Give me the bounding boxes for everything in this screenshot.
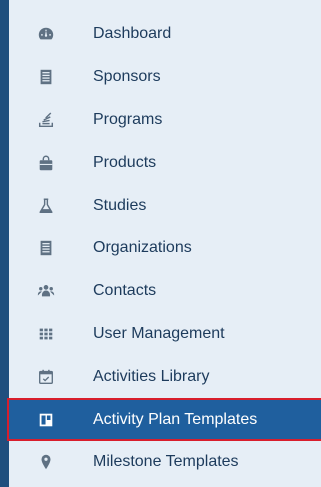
sidebar-item-studies[interactable]: Studies bbox=[9, 184, 321, 227]
sidebar-item-label: Activities Library bbox=[93, 367, 210, 385]
grid-icon bbox=[36, 324, 56, 344]
sidebar-item-label: Milestone Templates bbox=[93, 453, 239, 471]
sidebar-item-label: Studies bbox=[93, 196, 147, 214]
sidebar-item-sponsors[interactable]: Sponsors bbox=[9, 56, 321, 99]
sidebar-item-programs[interactable]: Programs bbox=[9, 99, 321, 142]
sidebar-item-label: Activity Plan Templates bbox=[93, 410, 258, 428]
sidebar-item-dashboard[interactable]: Dashboard bbox=[9, 13, 321, 56]
building-icon bbox=[36, 238, 56, 258]
sidebar-menu: Dashboard Sponsors Programs Products Stu… bbox=[7, 0, 321, 484]
sidebar-item-label: Organizations bbox=[93, 239, 192, 257]
flask-icon bbox=[36, 196, 56, 216]
sidebar-nav-panel: Dashboard Sponsors Programs Products Stu… bbox=[7, 0, 321, 487]
building-icon bbox=[36, 67, 56, 87]
calendar-check-icon bbox=[36, 367, 56, 387]
sidebar-item-label: Products bbox=[93, 153, 157, 171]
sidebar-item-label: User Management bbox=[93, 324, 225, 342]
sidebar-item-label: Sponsors bbox=[93, 68, 161, 86]
stack-icon bbox=[36, 110, 56, 130]
sidebar-item-activities-library[interactable]: Activities Library bbox=[9, 355, 321, 398]
sidebar-item-milestone-templates[interactable]: Milestone Templates bbox=[9, 441, 321, 484]
users-icon bbox=[36, 281, 56, 301]
sidebar-item-organizations[interactable]: Organizations bbox=[9, 227, 321, 270]
sidebar: Dashboard Sponsors Programs Products Stu… bbox=[0, 0, 321, 487]
sidebar-item-activity-plan-templates[interactable]: Activity Plan Templates bbox=[7, 398, 321, 441]
sidebar-item-products[interactable]: Products bbox=[9, 141, 321, 184]
sidebar-item-label: Dashboard bbox=[93, 25, 172, 43]
dashboard-icon bbox=[36, 24, 56, 44]
sidebar-item-label: Programs bbox=[93, 110, 163, 128]
sidebar-item-contacts[interactable]: Contacts bbox=[9, 270, 321, 313]
map-marker-icon bbox=[36, 452, 56, 472]
sidebar-item-label: Contacts bbox=[93, 282, 157, 300]
board-icon bbox=[36, 410, 56, 430]
sidebar-item-user-management[interactable]: User Management bbox=[9, 313, 321, 356]
shopping-bag-icon bbox=[36, 153, 56, 173]
